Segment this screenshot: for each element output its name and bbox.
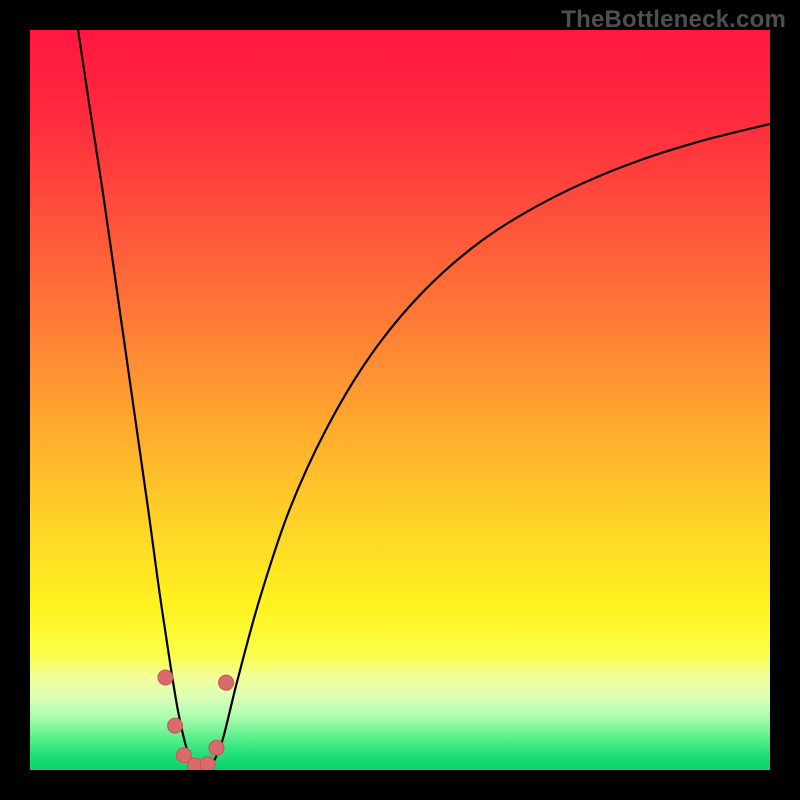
highlight-marker (209, 740, 224, 755)
gradient-background (30, 30, 770, 770)
highlight-marker (219, 675, 234, 690)
highlight-marker (200, 757, 215, 770)
chart-frame (30, 30, 770, 770)
highlight-marker (158, 670, 173, 685)
bottleneck-chart (30, 30, 770, 770)
highlight-marker (168, 718, 183, 733)
